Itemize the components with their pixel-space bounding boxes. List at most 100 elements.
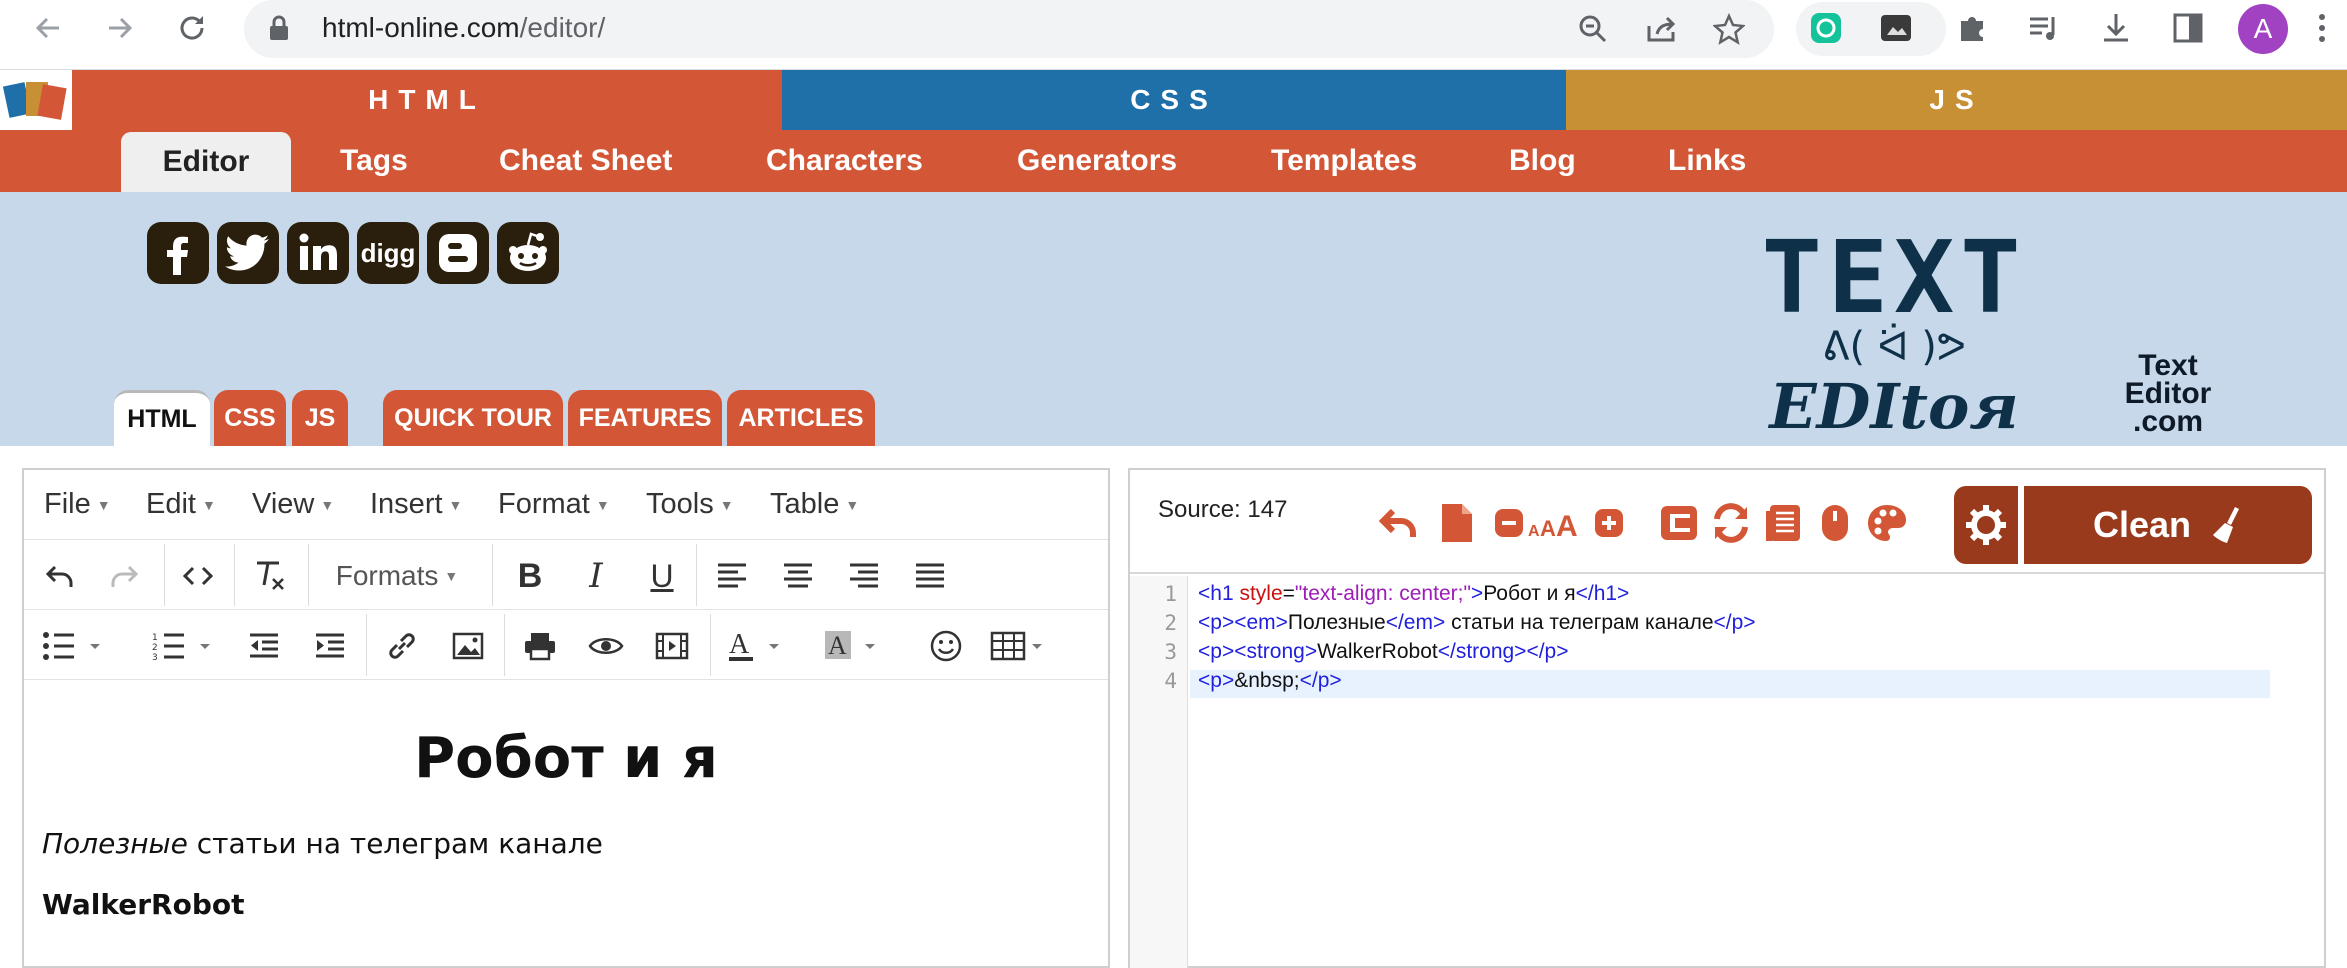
bold-icon[interactable]: B (508, 554, 552, 598)
logo-line3: EDItoя (1769, 370, 2019, 443)
bullet-list-icon[interactable] (38, 624, 110, 668)
section-tab-js[interactable]: JS (1566, 70, 2347, 130)
menu-format[interactable]: Format ▼ (498, 488, 610, 521)
menu-tags[interactable]: Tags (340, 130, 408, 192)
menu-view[interactable]: View ▼ (252, 488, 334, 521)
print-icon[interactable] (518, 624, 562, 668)
settings-gear-button[interactable] (1954, 486, 2018, 564)
background-color-icon[interactable]: A (820, 624, 890, 668)
code-line[interactable]: <p>&nbsp;</p> (1198, 669, 1342, 693)
menu-insert[interactable]: Insert ▼ (370, 488, 462, 521)
justify-icon[interactable] (908, 554, 952, 598)
media-icon[interactable] (2024, 8, 2064, 48)
indent-icon[interactable] (308, 624, 352, 668)
new-document-icon[interactable] (1436, 500, 1478, 546)
menu-tools[interactable]: Tools ▼ (646, 488, 734, 521)
twitter-icon[interactable] (217, 222, 279, 284)
align-center-icon[interactable] (776, 554, 820, 598)
link-icon[interactable] (380, 624, 424, 668)
source-code-icon[interactable] (176, 554, 220, 598)
menu-templates[interactable]: Templates (1271, 130, 1417, 192)
menu-generators[interactable]: Generators (1017, 130, 1177, 192)
site-logo[interactable] (0, 70, 72, 132)
undo-icon[interactable] (38, 554, 82, 598)
formats-label: Formats (335, 560, 439, 591)
address-bar[interactable]: html-online.com/editor/ (244, 0, 1774, 58)
palette-icon[interactable] (1866, 500, 1908, 546)
blogger-icon[interactable] (427, 222, 489, 284)
align-right-icon[interactable] (842, 554, 886, 598)
menu-links[interactable]: Links (1668, 130, 1746, 192)
reddit-icon[interactable] (497, 222, 559, 284)
outdent-icon[interactable] (242, 624, 286, 668)
font-increase-icon[interactable] (1588, 500, 1630, 546)
section-tab-html[interactable]: HTML (72, 70, 782, 130)
document-text-icon[interactable] (1762, 500, 1804, 546)
toolbar-divider (164, 544, 165, 606)
back-icon[interactable] (28, 8, 68, 48)
puzzle-extensions-icon[interactable] (1952, 8, 1992, 48)
clear-formatting-icon[interactable] (246, 554, 294, 598)
reload-icon[interactable] (172, 8, 212, 48)
tab-html[interactable]: HTML (114, 390, 210, 446)
menu-blog[interactable]: Blog (1509, 130, 1576, 192)
content-paragraph-text: статьи на телеграм канале (187, 827, 603, 860)
code-token: </strong></p> (1437, 640, 1569, 663)
side-panel-icon[interactable] (2168, 8, 2208, 48)
underline-icon[interactable]: U (640, 554, 684, 598)
source-panel: Source: 147 AAA Clean 1 2 3 4 <h1 style=… (1128, 468, 2326, 968)
mouse-icon[interactable] (1814, 500, 1856, 546)
menu-edit[interactable]: Edit ▼ (146, 488, 216, 521)
menu-editor[interactable]: Editor (121, 132, 291, 192)
tab-js[interactable]: JS (292, 390, 348, 446)
convert-icon[interactable] (1710, 500, 1752, 546)
code-token: статьи на телеграм канале (1445, 611, 1714, 634)
digg-icon[interactable]: digg (357, 222, 419, 284)
svg-text:A: A (1556, 510, 1578, 540)
tab-quick-tour[interactable]: QUICK TOUR (383, 390, 563, 446)
forward-icon[interactable] (100, 8, 140, 48)
share-icon[interactable] (1642, 10, 1680, 48)
lock-icon (268, 14, 290, 42)
menu-insert-label: Insert (370, 488, 443, 520)
download-icon[interactable] (2096, 8, 2136, 48)
toolbar-divider (366, 614, 367, 676)
code-line[interactable]: <p><em>Полезные</em> статьи на телеграм … (1198, 611, 1756, 635)
editor-content[interactable]: Робот и я Полезные статьи на телеграм ка… (24, 682, 1108, 921)
compress-icon[interactable] (1658, 500, 1700, 546)
menu-table[interactable]: Table ▼ (770, 488, 859, 521)
source-code-editor[interactable]: <h1 style="text-align: center;">Робот и … (1130, 576, 2324, 968)
section-tab-css[interactable]: CSS (782, 70, 1566, 130)
image-icon[interactable] (446, 624, 490, 668)
zoom-icon[interactable] (1574, 10, 1612, 48)
tab-features[interactable]: FEATURES (568, 390, 722, 446)
more-menu-icon[interactable] (2302, 8, 2342, 48)
italic-icon[interactable]: I (574, 554, 618, 598)
font-decrease-icon[interactable] (1488, 500, 1530, 546)
text-color-icon[interactable]: A (724, 624, 794, 668)
source-undo-icon[interactable] (1378, 500, 1420, 546)
emoticons-icon[interactable] (924, 624, 968, 668)
capture-extension-icon[interactable] (1876, 8, 1916, 48)
toolbar-divider (308, 544, 309, 606)
preview-icon[interactable] (584, 624, 628, 668)
code-line[interactable]: <p><strong>WalkerRobot</strong></p> (1198, 640, 1569, 664)
tab-css[interactable]: CSS (214, 390, 286, 446)
table-insert-icon[interactable] (988, 624, 1052, 668)
formats-dropdown[interactable]: Formats ▼ (322, 554, 472, 598)
menu-characters[interactable]: Characters (766, 130, 923, 192)
menu-cheat-sheet[interactable]: Cheat Sheet (499, 130, 672, 192)
media-embed-icon[interactable] (650, 624, 694, 668)
align-left-icon[interactable] (710, 554, 754, 598)
facebook-icon[interactable] (147, 222, 209, 284)
clean-button[interactable]: Clean (2024, 486, 2312, 564)
profile-avatar[interactable]: A (2238, 4, 2288, 54)
menu-file[interactable]: File ▼ (44, 488, 111, 521)
linkedin-icon[interactable] (287, 222, 349, 284)
redo-icon[interactable] (102, 554, 146, 598)
star-icon[interactable] (1710, 10, 1748, 48)
grammar-extension-icon[interactable] (1806, 8, 1846, 48)
tab-articles[interactable]: ARTICLES (727, 390, 875, 446)
code-line[interactable]: <h1 style="text-align: center;">Робот и … (1198, 582, 1629, 606)
numbered-list-icon[interactable]: 123 (148, 624, 220, 668)
